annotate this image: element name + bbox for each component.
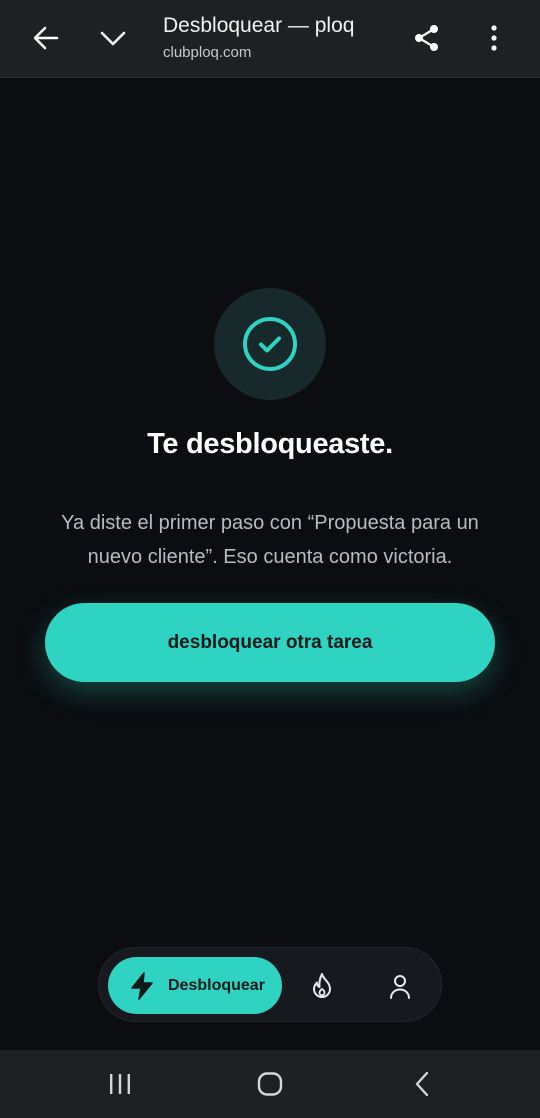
bottom-nav: Desbloquear	[98, 947, 442, 1022]
share-icon[interactable]	[403, 14, 451, 62]
chevron-down-icon[interactable]	[89, 14, 137, 62]
recents-icon[interactable]	[100, 1064, 140, 1104]
back-arrow-icon[interactable]	[22, 14, 70, 62]
page-url: clubploq.com	[163, 44, 252, 61]
bolt-icon	[131, 971, 153, 1000]
more-options-icon[interactable]	[470, 14, 518, 62]
home-icon[interactable]	[250, 1064, 290, 1104]
browser-toolbar: Desbloquear — ploq clubploq.com	[0, 0, 540, 78]
success-message: Ya diste el primer paso con “Propuesta p…	[61, 512, 479, 568]
page: Desbloquear — ploq clubploq.com Te desbl…	[0, 0, 540, 1118]
user-icon[interactable]	[380, 966, 420, 1006]
success-headline: Te desbloqueaste.	[147, 428, 393, 460]
page-title-block: Desbloquear — ploq clubploq.com	[163, 12, 393, 64]
unlock-another-task-button[interactable]: desbloquear otra tarea	[45, 603, 495, 682]
system-back-icon[interactable]	[402, 1064, 442, 1104]
nav-item-label: Desbloquear	[168, 976, 265, 994]
success-badge	[214, 288, 326, 400]
system-navigation-bar	[0, 1050, 540, 1118]
flame-icon[interactable]	[302, 966, 342, 1006]
nav-item-desbloquear[interactable]: Desbloquear	[108, 957, 282, 1014]
check-circle-icon	[243, 317, 297, 371]
page-title: Desbloquear — ploq	[163, 14, 355, 37]
